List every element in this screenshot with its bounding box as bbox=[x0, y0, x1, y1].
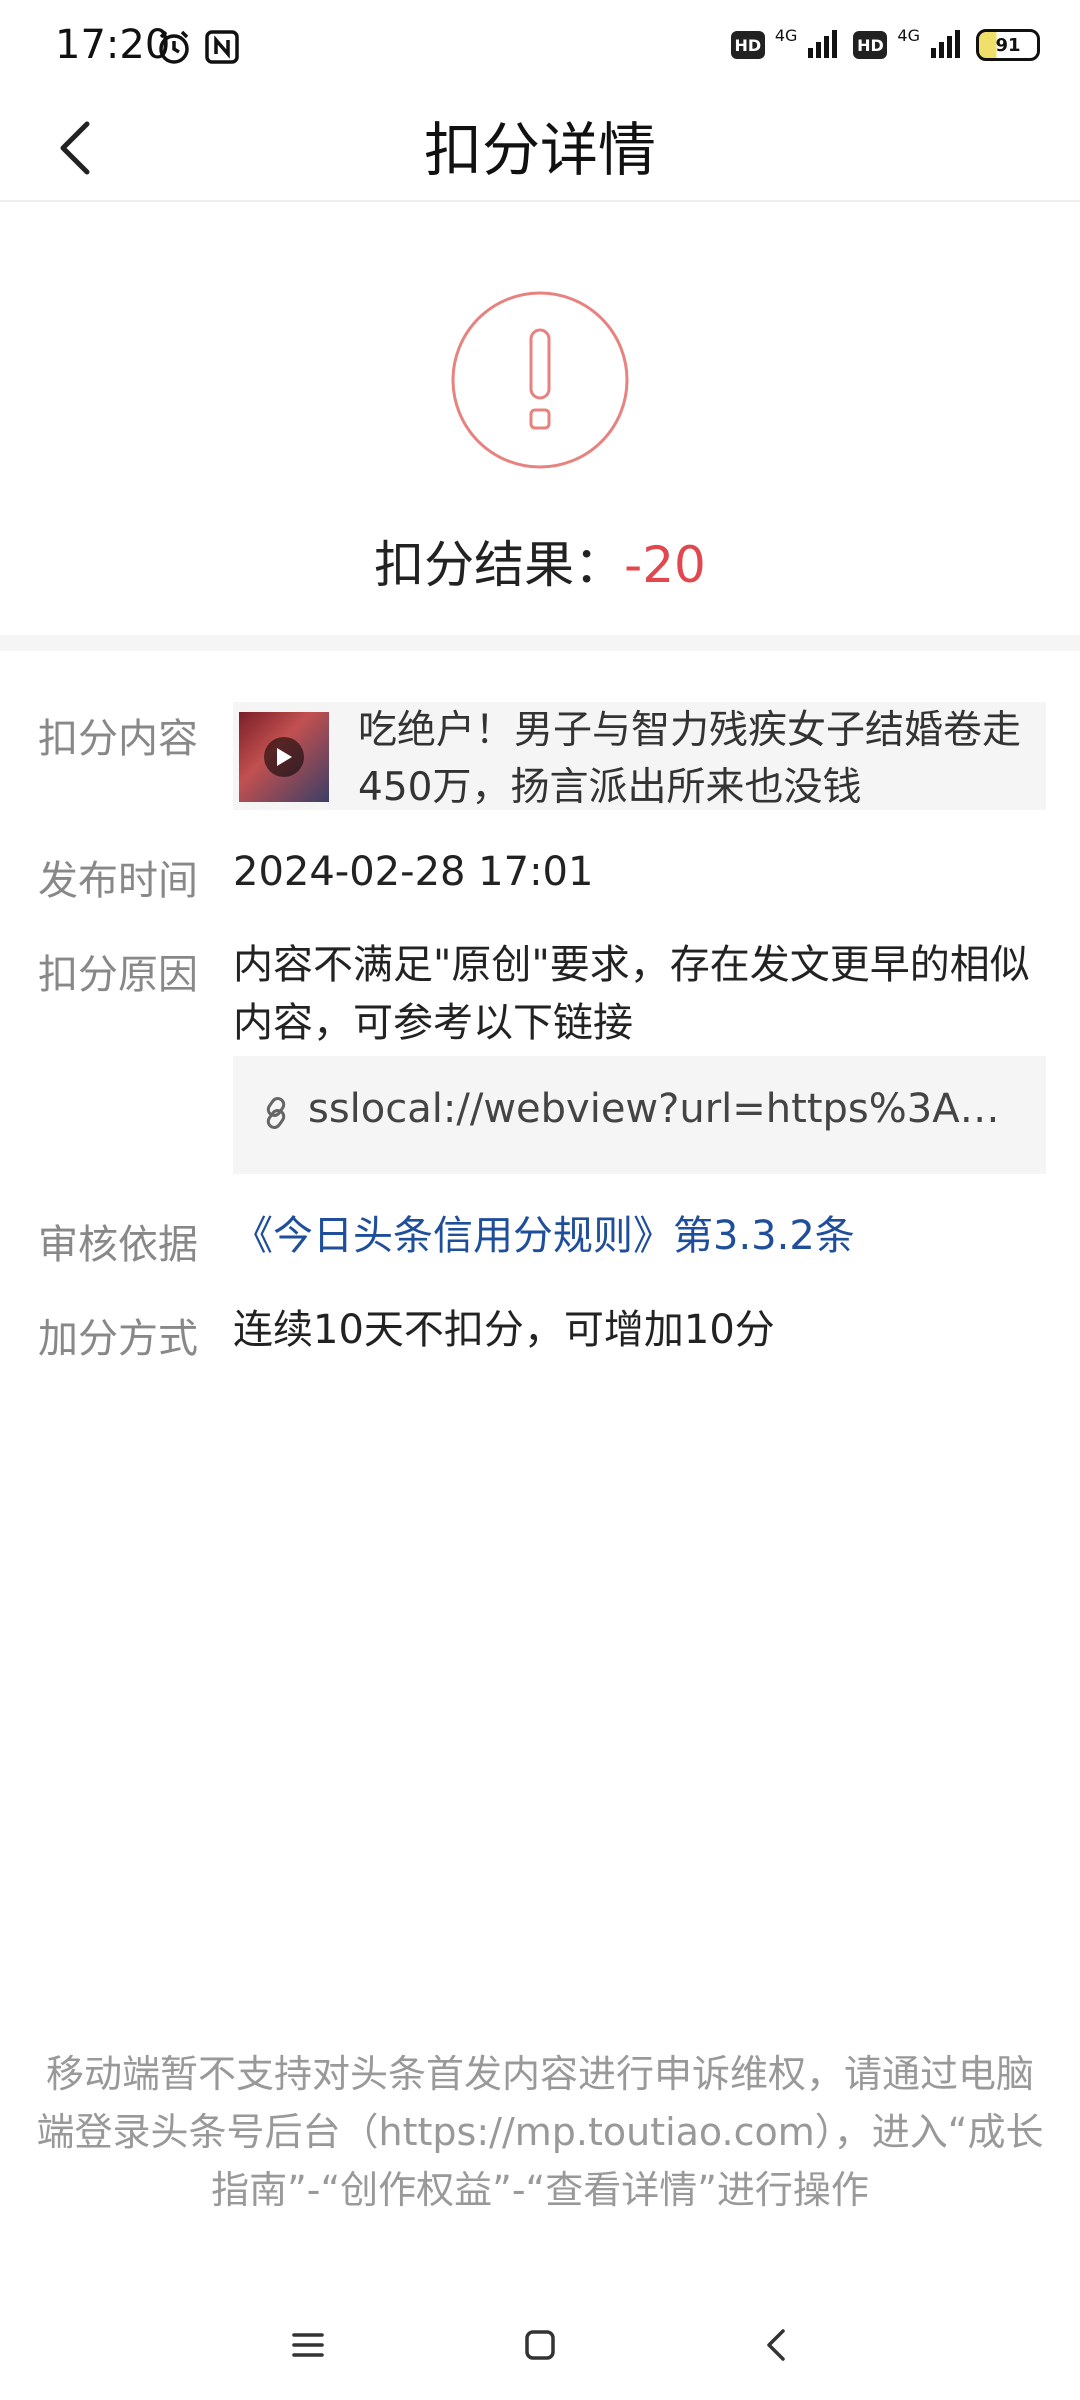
result-value: -20 bbox=[624, 536, 706, 594]
result-section: 扣分结果：-20 bbox=[0, 200, 1080, 635]
system-nav-bar bbox=[0, 2280, 1080, 2400]
content-card[interactable]: 吃绝户！男子与智力残疾女子结婚卷走450万，扬言派出所来也没钱 bbox=[233, 702, 1046, 810]
content-title: 吃绝户！男子与智力残疾女子结婚卷走450万，扬言派出所来也没钱 bbox=[358, 708, 1022, 810]
alert-icon bbox=[451, 291, 629, 469]
hd-badge-2: HD bbox=[853, 31, 888, 59]
rule-link[interactable]: 《今日头条信用分规则》第3.3.2条 bbox=[233, 1207, 855, 1265]
content-thumbnail bbox=[239, 712, 329, 802]
deduction-result: 扣分结果：-20 bbox=[0, 525, 1080, 597]
status-bar: 17:20 HD 4G HD 4G 91 bbox=[0, 0, 1080, 95]
bonus-method-value: 连续10天不扣分，可增加10分 bbox=[233, 1307, 775, 1353]
back-arrow-icon bbox=[767, 2329, 785, 2361]
battery-icon: 91 bbox=[976, 29, 1040, 61]
link-text: sslocal://webview?url=https%3A%2... bbox=[308, 1086, 1028, 1132]
home-button[interactable] bbox=[510, 2315, 570, 2375]
page-title: 扣分详情 bbox=[423, 116, 656, 184]
footer-note: 移动端暂不支持对头条首发内容进行申诉维权，请通过电脑端登录头条号后台（https… bbox=[36, 2052, 1044, 2212]
publish-time-value: 2024-02-28 17:01 bbox=[233, 849, 594, 895]
nfc-icon bbox=[205, 30, 239, 68]
result-label: 扣分结果： bbox=[374, 536, 625, 594]
menu-icon bbox=[292, 2333, 324, 2357]
content-label: 扣分内容 bbox=[38, 716, 198, 762]
network-type-2: 4G bbox=[897, 25, 920, 45]
play-icon bbox=[264, 737, 304, 777]
reason-text: 内容不满足"原创"要求，存在发文更早的相似内容，可参考以下链接 bbox=[233, 942, 1030, 1046]
signal-icon-1 bbox=[807, 28, 843, 62]
nav-bar: 扣分详情 bbox=[0, 95, 1080, 202]
reason-label: 扣分原因 bbox=[38, 952, 198, 998]
system-back-button[interactable] bbox=[745, 2315, 805, 2375]
link-icon bbox=[261, 1096, 291, 1134]
hd-badge-1: HD bbox=[730, 31, 765, 59]
status-time: 17:20 bbox=[55, 22, 171, 68]
section-divider bbox=[0, 635, 1080, 651]
bonus-method-label: 加分方式 bbox=[38, 1316, 198, 1362]
home-icon bbox=[525, 2330, 555, 2360]
reference-link[interactable]: sslocal://webview?url=https%3A%2... bbox=[233, 1056, 1046, 1174]
alarm-icon bbox=[155, 28, 193, 70]
review-basis-label: 审核依据 bbox=[38, 1222, 198, 1268]
menu-button[interactable] bbox=[278, 2315, 338, 2375]
signal-icon-2 bbox=[930, 28, 966, 62]
publish-time-label: 发布时间 bbox=[38, 858, 198, 904]
network-type-1: 4G bbox=[774, 25, 798, 45]
